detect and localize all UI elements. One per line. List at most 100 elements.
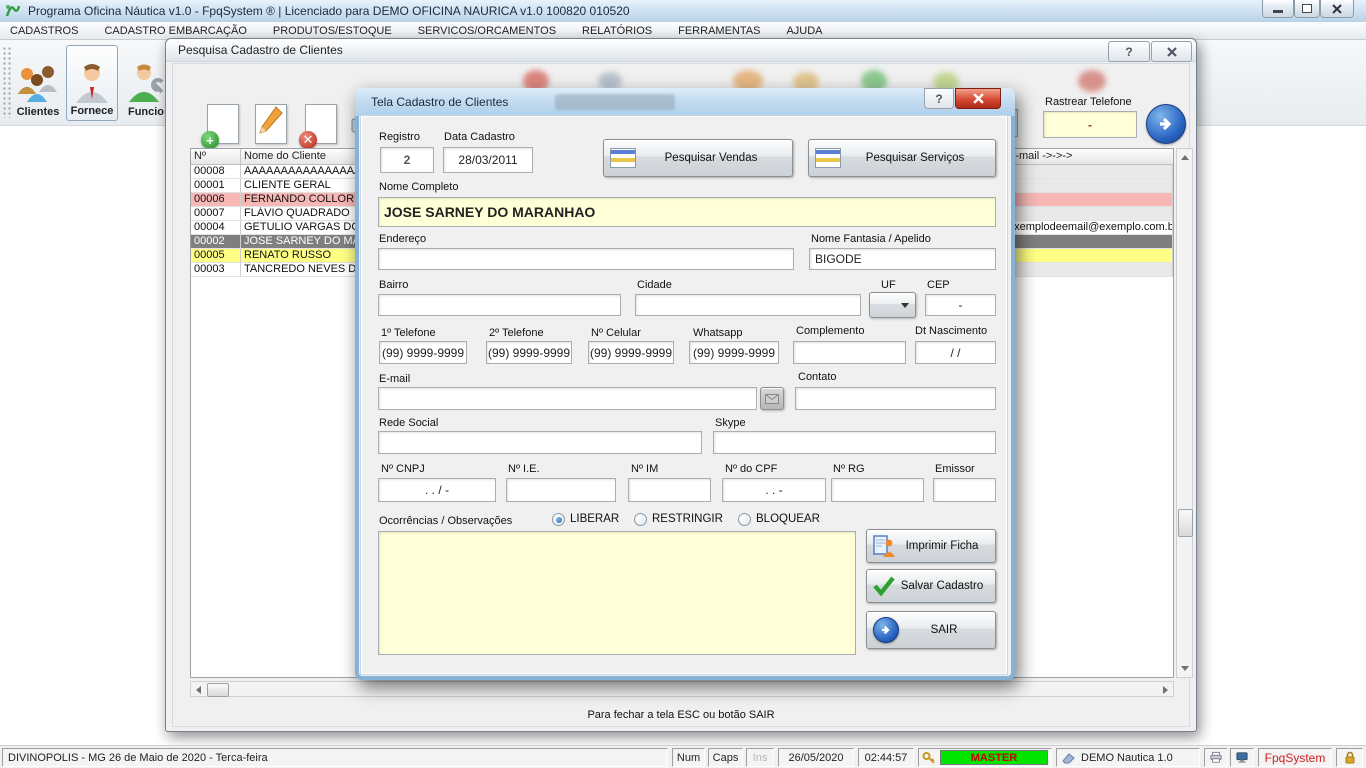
application-window: Programa Oficina Náutica v1.0 - FpqSyste…	[0, 0, 1366, 768]
status-bar: DIVINOPOLIS - MG 26 de Maio de 2020 - Te…	[0, 745, 1366, 768]
trace-phone-input[interactable]: -	[1043, 111, 1137, 138]
client-email-cell	[1005, 263, 1173, 277]
menu-item-produtos-estoque[interactable]: PRODUTOS/ESTOQUE	[273, 25, 392, 37]
radio-bloquear-label[interactable]: BLOQUEAR	[756, 513, 820, 525]
search-dialog-title: Pesquisa Cadastro de Clientes	[178, 43, 343, 57]
data-cadastro-field[interactable]: 28/03/2011	[443, 147, 533, 173]
imprimir-ficha-button[interactable]: Imprimir Ficha	[866, 529, 996, 563]
radio-restringir[interactable]	[634, 513, 647, 526]
pesquisar-vendas-button[interactable]: Pesquisar Vendas	[603, 139, 793, 177]
skype-field[interactable]	[713, 431, 996, 454]
search-dialog-titlebar[interactable]: Pesquisa Cadastro de Clientes	[166, 39, 1196, 62]
delete-record-button[interactable]: ✕	[299, 104, 337, 149]
email-field[interactable]	[378, 387, 757, 410]
date-text: 26/05/2020	[788, 751, 844, 764]
search-dialog-help-button[interactable]: ?	[1108, 41, 1150, 62]
cnpj-field[interactable]: . . / -	[378, 478, 496, 502]
menu-item-relatorios[interactable]: RELATÓRIOS	[582, 25, 652, 37]
client-form-help-button[interactable]: ?	[924, 88, 954, 109]
cpf-value: . . -	[765, 483, 783, 497]
maximize-button[interactable]	[1294, 0, 1320, 18]
menu-item-ajuda[interactable]: AJUDA	[786, 25, 822, 37]
menu-item-cadastro-embarcacao[interactable]: CADASTRO EMBARCAÇÃO	[104, 25, 246, 37]
status-brand: FpqSystem	[1258, 748, 1332, 767]
close-icon	[972, 93, 984, 104]
client-form-body: Registro 2 Data Cadastro 28/03/2011 Pesq…	[361, 116, 1007, 674]
nome-fantasia-field[interactable]: BIGODE	[809, 248, 996, 270]
status-product: DEMO Nautica 1.0	[1056, 748, 1200, 767]
salvar-cadastro-button[interactable]: Salvar Cadastro	[866, 569, 996, 603]
scroll-right-icon[interactable]	[1163, 686, 1168, 694]
edit-record-button[interactable]	[255, 104, 287, 144]
status-location-text: DIVINOPOLIS - MG 26 de Maio de 2020 - Te…	[8, 751, 268, 764]
scroll-down-icon[interactable]	[1181, 666, 1189, 671]
column-header-num[interactable]: Nº	[191, 149, 241, 164]
vertical-scroll-thumb[interactable]	[1178, 509, 1193, 537]
client-form-titlebar[interactable]: Tela Cadastro de Clientes	[355, 88, 1015, 116]
sair-button[interactable]: SAIR	[866, 611, 996, 649]
column-header-email[interactable]: E-mail ->->->	[1005, 149, 1173, 164]
radio-liberar-label[interactable]: LIBERAR	[570, 513, 619, 525]
nome-completo-field[interactable]: JOSE SARNEY DO MARANHAO	[378, 197, 996, 227]
pesquisar-servicos-button[interactable]: Pesquisar Serviços	[808, 139, 996, 177]
time-text: 02:44:57	[864, 751, 908, 764]
radio-liberar[interactable]	[552, 513, 565, 526]
scroll-up-icon[interactable]	[1181, 155, 1189, 160]
check-icon	[873, 576, 895, 596]
scroll-left-icon[interactable]	[196, 686, 201, 694]
vertical-scrollbar[interactable]	[1176, 148, 1193, 678]
uf-dropdown[interactable]	[869, 292, 916, 318]
telefone2-field[interactable]: (99) 9999-9999	[486, 341, 572, 364]
trace-phone-go-button[interactable]	[1146, 104, 1186, 144]
horizontal-scrollbar[interactable]	[190, 681, 1174, 697]
skype-label: Skype	[715, 417, 746, 429]
brand-text: FpqSystem	[1264, 750, 1326, 765]
cpf-field[interactable]: . . -	[722, 478, 826, 502]
im-field[interactable]	[628, 478, 711, 502]
status-ins: Ins	[746, 748, 774, 767]
celular-value: (99) 9999-9999	[589, 345, 673, 360]
client-email-cell	[1005, 249, 1173, 263]
celular-field[interactable]: (99) 9999-9999	[588, 341, 674, 364]
toolbar-button-fornece[interactable]: Fornece	[66, 45, 118, 121]
user-name-text: MASTER	[970, 751, 1018, 764]
user-badge: MASTER	[940, 750, 1048, 765]
horizontal-scroll-thumb[interactable]	[207, 683, 229, 697]
endereco-field[interactable]	[378, 248, 794, 270]
telefone1-field[interactable]: (99) 9999-9999	[379, 341, 467, 364]
radio-bloquear[interactable]	[738, 513, 751, 526]
toolbar-button-label: Funcio	[127, 106, 165, 118]
cidade-field[interactable]	[635, 294, 861, 316]
new-record-button[interactable]: +	[201, 104, 239, 149]
eraser-icon	[1062, 752, 1075, 763]
dt-nascimento-field[interactable]: / /	[915, 341, 996, 364]
help-icon: ?	[1125, 44, 1133, 59]
send-email-button[interactable]	[760, 387, 784, 410]
minimize-button[interactable]	[1262, 0, 1294, 18]
rede-social-field[interactable]	[378, 431, 702, 454]
client-email-cell	[1005, 193, 1173, 207]
menu-item-servicos-orcamentos[interactable]: SERVICOS/ORCAMENTOS	[418, 25, 556, 37]
menu-item-ferramentas[interactable]: FERRAMENTAS	[678, 25, 760, 37]
search-dialog-close-button[interactable]	[1151, 41, 1192, 62]
toolbar-button-clientes[interactable]: Clientes	[12, 45, 64, 121]
complemento-field[interactable]	[793, 341, 906, 364]
client-number-cell: 00002	[191, 235, 241, 249]
whatsapp-field[interactable]: (99) 9999-9999	[689, 341, 779, 364]
client-form-close-button[interactable]	[955, 88, 1001, 109]
status-time: 02:44:57	[858, 748, 914, 767]
ocorrencias-textarea[interactable]	[378, 531, 856, 655]
emissor-field[interactable]	[933, 478, 996, 502]
client-number-cell: 00005	[191, 249, 241, 263]
menu-item-cadastros[interactable]: CADASTROS	[10, 25, 78, 37]
registro-field[interactable]: 2	[380, 147, 434, 173]
ie-field[interactable]	[506, 478, 616, 502]
radio-restringir-label[interactable]: RESTRINGIR	[652, 513, 723, 525]
bairro-field[interactable]	[378, 294, 621, 316]
cep-field[interactable]: -	[925, 294, 996, 316]
rg-field[interactable]	[831, 478, 924, 502]
printer-icon	[1210, 751, 1222, 763]
close-button[interactable]	[1320, 0, 1354, 18]
help-icon: ?	[935, 91, 943, 106]
contato-field[interactable]	[795, 387, 996, 410]
